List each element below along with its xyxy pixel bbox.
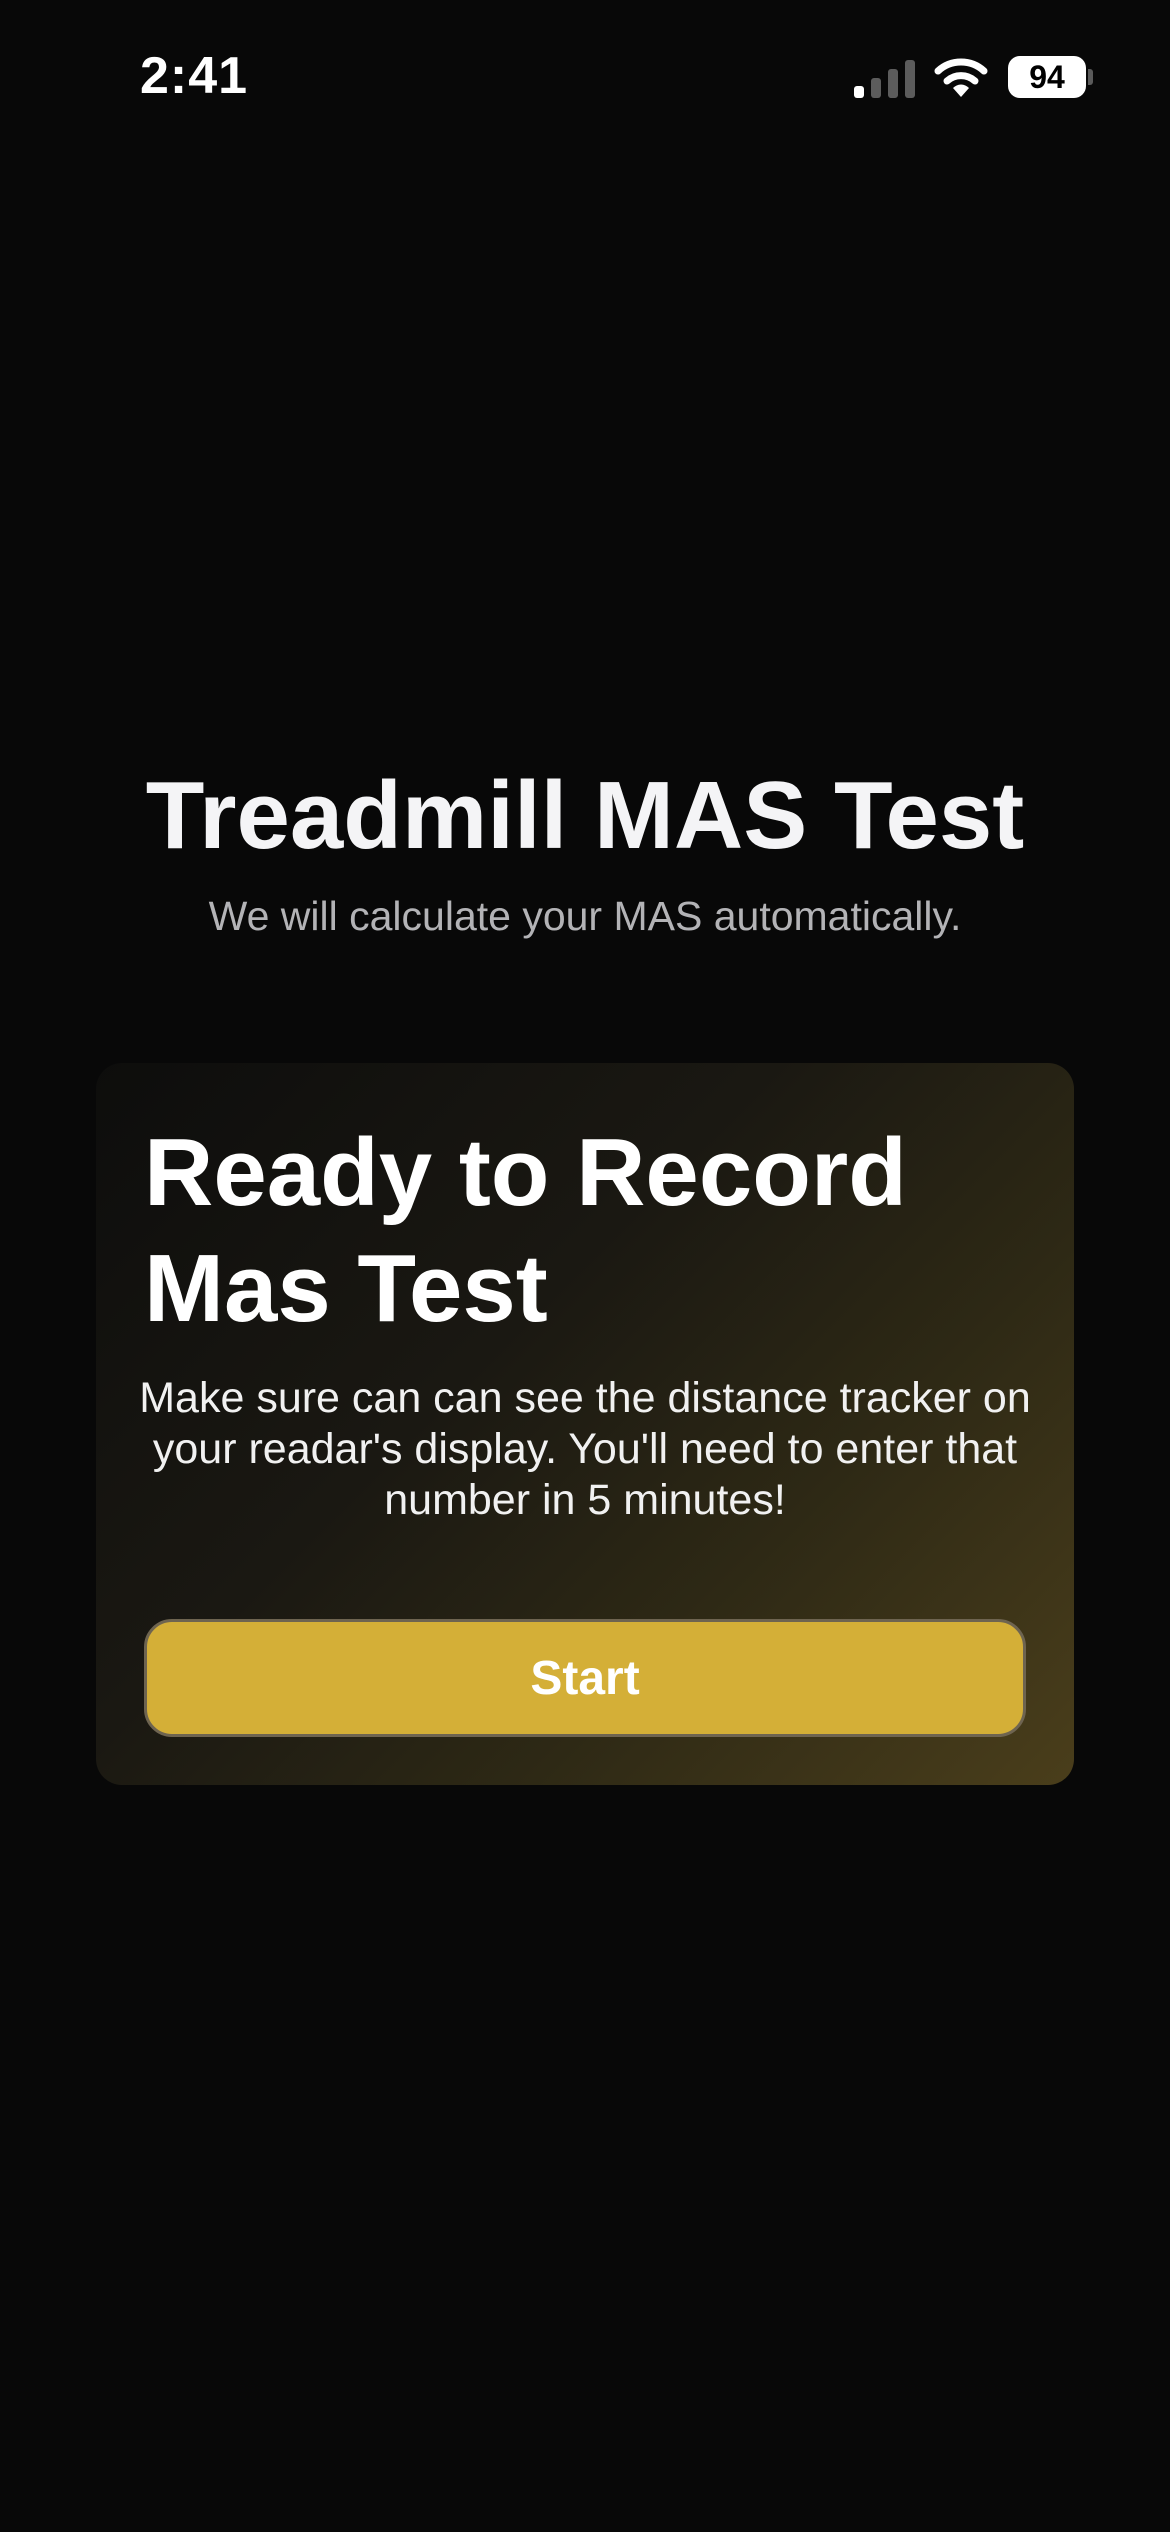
battery-level: 94	[1008, 56, 1086, 98]
record-test-card: Ready to Record Mas Test Make sure can c…	[96, 1063, 1074, 1785]
status-time: 2:41	[140, 47, 249, 105]
battery-icon: 94	[1008, 56, 1093, 98]
page-subtitle: We will calculate your MAS automatically…	[208, 893, 962, 939]
page-title: Treadmill MAS Test	[145, 762, 1025, 869]
status-bar: 2:41 94	[0, 0, 1170, 150]
battery-cap	[1088, 69, 1093, 85]
card-instructions: Make sure can can see the distance track…	[139, 1374, 1031, 1524]
wifi-icon	[934, 58, 988, 97]
start-button[interactable]: Start	[144, 1619, 1026, 1737]
cell-signal-icon	[854, 60, 915, 98]
card-title: Ready to Record Mas Test	[144, 1119, 907, 1342]
